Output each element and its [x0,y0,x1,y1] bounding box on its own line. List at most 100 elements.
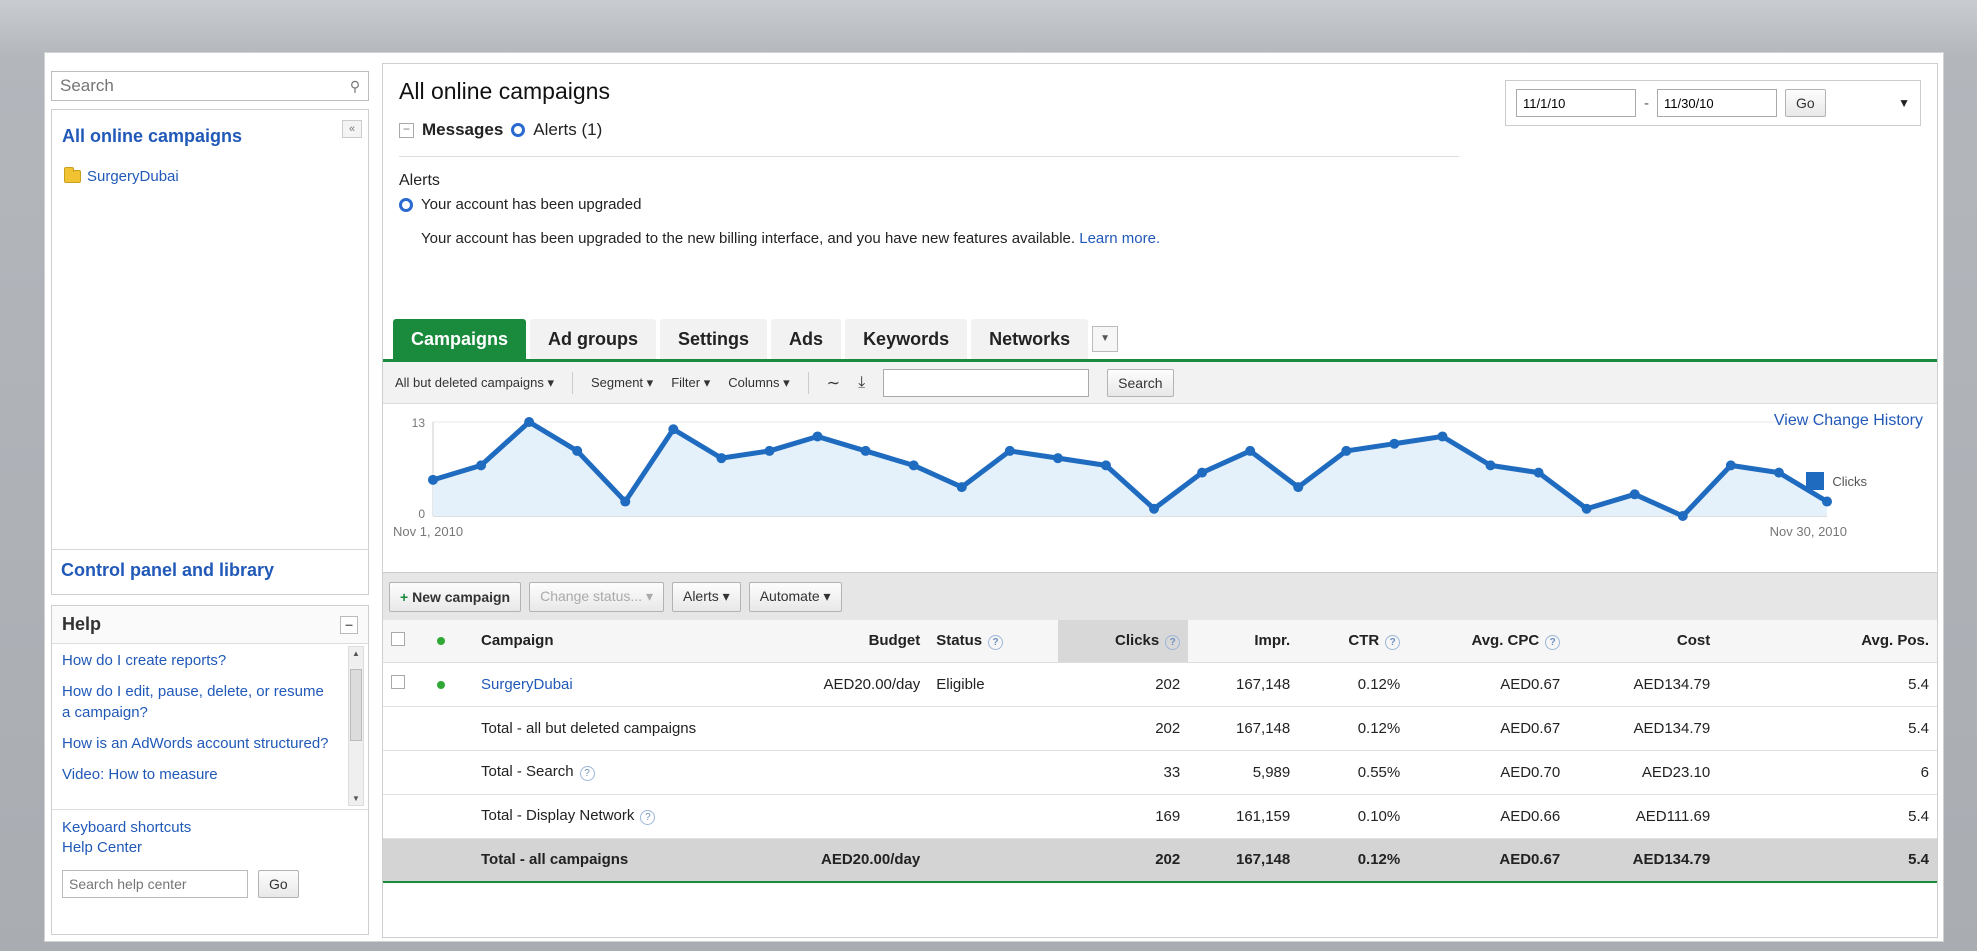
help-go-button[interactable]: Go [258,870,299,898]
search-icon[interactable]: ⚲ [342,78,368,95]
help-icon[interactable]: ? [1165,634,1181,650]
data-point [860,445,871,456]
cell-budget[interactable]: AED20.00/day [813,662,929,707]
tree-item-surgerydubai[interactable]: SurgeryDubai [64,167,179,185]
tree-title[interactable]: All online campaigns [62,126,242,147]
alert-description: Your account has been upgraded to the ne… [421,230,1160,247]
divider [399,156,1459,157]
date-from-input[interactable] [1516,89,1636,117]
campaign-tree: All online campaigns « SurgeryDubai [51,109,369,595]
col-budget[interactable]: Budget [813,620,929,663]
scroll-thumb[interactable] [350,669,362,741]
change-status-button[interactable]: Change status... ▾ [529,581,664,612]
toolbar-separator [807,371,809,394]
total-label: Total - all but deleted campaigns [473,706,813,751]
help-icon[interactable]: ? [1385,634,1401,650]
chevron-down-icon[interactable]: ▼ [1898,96,1910,110]
alerts-button[interactable]: Alerts ▾ [671,581,741,612]
sidebar-search[interactable]: ⚲ [51,71,369,101]
filter-dropdown[interactable]: Filter ▾ [671,375,710,391]
col-avg-cpc[interactable]: Avg. CPC? [1408,620,1569,663]
view-dropdown[interactable]: All but deleted campaigns ▾ [395,375,554,391]
help-header: Help – [52,606,368,644]
help-icon[interactable]: ? [640,810,656,825]
col-status[interactable]: Status? [928,620,1059,663]
date-to-input[interactable] [1657,89,1777,117]
segment-dropdown[interactable]: Segment ▾ [591,375,653,391]
status-dot-icon [437,637,445,646]
cell-ctr: 0.12% [1298,662,1409,707]
messages-row: − Messages Alerts (1) [399,120,602,140]
columns-dropdown[interactable]: Columns ▾ [728,375,789,391]
scroll-down-icon[interactable]: ▼ [352,794,360,803]
graph-icon[interactable]: ∼ [827,373,840,393]
help-icon[interactable]: ? [579,766,595,781]
cell-pos: 5.4 [1718,706,1937,751]
help-center-link[interactable]: Help Center [62,838,358,858]
col-impressions[interactable]: Impr. [1188,620,1299,663]
data-point [1245,445,1256,456]
collapse-messages-icon[interactable]: − [399,122,414,138]
data-point [476,460,487,471]
minimize-icon[interactable]: – [340,615,358,634]
toolbar-search-input[interactable] [883,368,1090,397]
help-search-input[interactable] [62,870,248,898]
y-tick-label: 0 [418,507,425,521]
automate-button[interactable]: Automate ▾ [748,581,842,612]
help-link[interactable]: How do I create reports? [62,650,358,671]
tab-settings[interactable]: Settings [660,319,768,359]
help-icon[interactable]: ? [1545,634,1561,650]
main-panel: All online campaigns − Messages Alerts (… [382,63,1938,938]
keyboard-shortcuts-link[interactable]: Keyboard shortcuts [62,818,358,838]
col-cost[interactable]: Cost [1568,620,1719,663]
new-campaign-button[interactable]: + New campaign [389,581,522,612]
help-scrollbar[interactable]: ▲ ▼ [348,646,364,806]
data-point [572,445,583,456]
tab-campaigns[interactable]: Campaigns [393,319,527,359]
help-icon[interactable]: ? [988,634,1004,650]
cell-pos: 5.4 [1718,838,1937,883]
help-link[interactable]: How do I edit, pause, delete, or resume … [62,681,358,723]
row-checkbox[interactable] [391,675,405,689]
col-avg-pos[interactable]: Avg. Pos. [1718,620,1937,663]
select-all-checkbox[interactable] [391,631,405,646]
col-ctr[interactable]: CTR? [1298,620,1409,663]
tab-networks[interactable]: Networks [971,319,1089,359]
cell-impr: 167,148 [1188,662,1299,707]
left-sidebar: ⚲ All online campaigns « SurgeryDubai Co… [45,53,372,943]
help-footer: Keyboard shortcuts Help Center Go [52,809,368,906]
cell-cost: AED111.69 [1568,794,1719,839]
cell-budget: AED20.00/day [813,838,929,883]
data-point [1485,460,1496,471]
scroll-up-icon[interactable]: ▲ [352,649,360,658]
data-point [716,453,727,464]
data-point [668,424,679,435]
total-label: Total - all campaigns [473,838,813,883]
col-clicks[interactable]: Clicks? [1058,620,1189,663]
download-icon[interactable]: ⤓ [858,374,865,392]
sidebar-search-input[interactable] [52,72,342,100]
tab-keywords[interactable]: Keywords [845,319,968,359]
date-go-button[interactable]: Go [1785,89,1826,117]
campaign-link[interactable]: SurgeryDubai [481,676,573,693]
cell-clicks: 202 [1058,838,1189,883]
date-separator: - [1644,94,1649,112]
tab-ad-groups[interactable]: Ad groups [530,319,657,359]
col-campaign[interactable]: Campaign [473,620,813,663]
help-link[interactable]: Video: How to measure [62,764,358,785]
data-point [620,496,631,507]
tree-item-label[interactable]: SurgeryDubai [87,168,179,185]
messages-label[interactable]: Messages [422,120,503,140]
collapse-icon[interactable]: « [342,120,362,138]
view-change-history-link[interactable]: View Change History [1774,412,1923,430]
learn-more-link[interactable]: Learn more. [1079,230,1160,247]
help-link[interactable]: How is an AdWords account structured? [62,733,358,754]
cell-clicks: 202 [1058,706,1189,751]
more-tabs-icon[interactable]: ▼ [1092,326,1119,352]
toolbar-search-button[interactable]: Search [1107,368,1174,397]
tab-ads[interactable]: Ads [771,319,842,359]
help-search: Go [62,870,358,898]
legend-swatch [1806,472,1825,490]
alerts-count[interactable]: Alerts (1) [533,120,602,140]
control-panel-link[interactable]: Control panel and library [51,549,369,593]
